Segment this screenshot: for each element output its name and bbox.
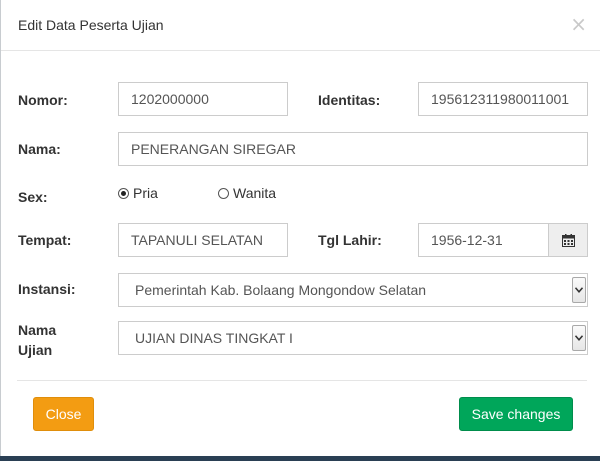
- modal-header: Edit Data Peserta Ujian ×: [1, 0, 600, 51]
- tgl-lahir-label: Tgl Lahir:: [318, 232, 382, 248]
- identitas-label: Identitas:: [318, 92, 381, 108]
- instansi-label: Instansi:: [18, 281, 76, 297]
- nama-ujian-selected-value: UJIAN DINAS TINGKAT I: [135, 330, 293, 346]
- chevron-down-icon: [575, 287, 583, 293]
- nama-ujian-label-line2: Ujian: [18, 342, 53, 358]
- nama-label: Nama:: [18, 141, 61, 157]
- backdrop-bottom: [0, 456, 600, 461]
- modal-title: Edit Data Peserta Ujian: [18, 17, 164, 33]
- footer-divider: [17, 380, 587, 381]
- close-icon[interactable]: ×: [570, 14, 587, 34]
- tgl-lahir-field[interactable]: 1956-12-31: [418, 223, 549, 257]
- sex-radio-wanita[interactable]: Wanita: [218, 185, 276, 201]
- save-changes-button[interactable]: Save changes: [459, 397, 573, 431]
- chevron-down-icon: [575, 335, 583, 341]
- nama-field[interactable]: PENERANGAN SIREGAR: [118, 132, 588, 166]
- nomor-label: Nomor:: [18, 92, 68, 108]
- tempat-field[interactable]: TAPANULI SELATAN: [118, 223, 288, 257]
- identitas-field[interactable]: 195612311980011001: [418, 82, 588, 116]
- nomor-field[interactable]: 1202000000: [118, 82, 288, 116]
- calendar-icon: [562, 234, 575, 247]
- calendar-button[interactable]: [548, 223, 588, 257]
- close-button[interactable]: Close: [33, 397, 94, 431]
- nama-ujian-dropdown-arrow[interactable]: [572, 325, 586, 351]
- sex-radio-pria[interactable]: Pria: [118, 185, 158, 201]
- tempat-label: Tempat:: [18, 232, 72, 248]
- nama-ujian-select[interactable]: UJIAN DINAS TINGKAT I: [118, 321, 588, 355]
- nama-ujian-label-line1: Nama: [18, 322, 57, 338]
- radio-wanita-button[interactable]: [218, 188, 229, 199]
- edit-modal: Edit Data Peserta Ujian × Nomor: 1202000…: [0, 0, 600, 461]
- instansi-selected-value: Pemerintah Kab. Bolaang Mongondow Selata…: [135, 282, 427, 298]
- radio-wanita-label: Wanita: [233, 185, 277, 201]
- radio-pria-label: Pria: [133, 185, 158, 201]
- instansi-dropdown-arrow[interactable]: [572, 277, 586, 303]
- instansi-select[interactable]: Pemerintah Kab. Bolaang Mongondow Selata…: [118, 273, 588, 307]
- sex-label: Sex:: [18, 189, 48, 205]
- radio-pria-button[interactable]: [118, 188, 129, 199]
